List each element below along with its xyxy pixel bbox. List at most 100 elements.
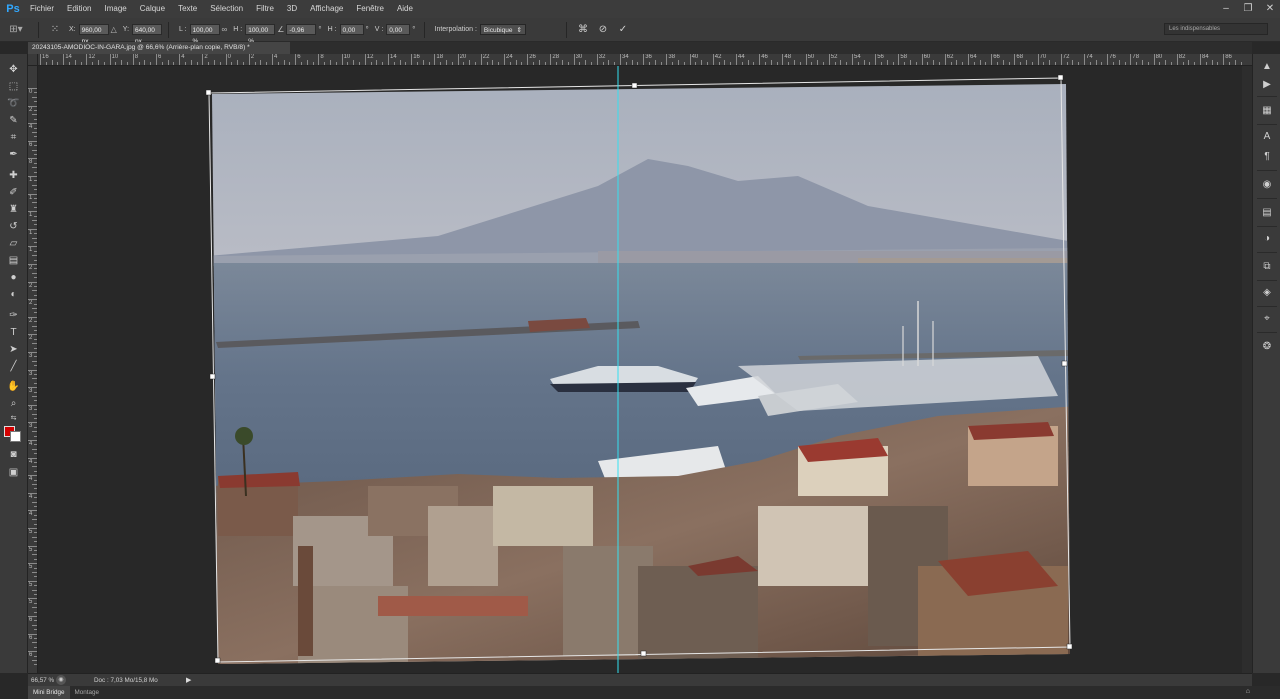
menu-fichier[interactable]: Fichier xyxy=(24,0,61,18)
ruler-v-minor-tick xyxy=(32,343,37,345)
ruler-h-minor-tick xyxy=(660,62,662,65)
restore-icon[interactable]: ❐ xyxy=(1242,3,1254,15)
status-menu-arrow-icon[interactable]: ▶ xyxy=(186,676,191,684)
tab-montage[interactable]: Montage xyxy=(70,686,105,699)
quick-mask-icon[interactable]: ◙ xyxy=(5,447,22,462)
link-icon[interactable]: ∞ xyxy=(222,25,228,34)
ruler-v-minor-tick xyxy=(34,171,37,173)
zoom-tool-icon[interactable]: ⌕ xyxy=(5,396,22,411)
panel-menu-icon[interactable]: ⌂ xyxy=(1246,688,1250,695)
type-tool-icon[interactable]: T xyxy=(5,325,22,340)
healing-brush-tool-icon[interactable]: ✚ xyxy=(5,168,22,183)
background-color-swatch[interactable] xyxy=(10,431,21,442)
menu-affichage[interactable]: Affichage xyxy=(304,0,350,18)
brush-presets-icon[interactable]: ◉ xyxy=(1259,178,1275,192)
ruler-h-tick xyxy=(318,54,320,65)
eyedropper-tool-icon[interactable]: ✒ xyxy=(5,147,22,162)
ruler-h-minor-tick xyxy=(567,62,569,65)
ruler-v-label: 5 xyxy=(29,546,33,553)
workspace-select[interactable]: Les indispensables xyxy=(1164,23,1268,35)
canvas-area[interactable] xyxy=(38,66,1252,673)
tab-mini-bridge[interactable]: Mini Bridge xyxy=(28,686,70,699)
menu-edition[interactable]: Edition xyxy=(61,0,98,18)
document-info-icon[interactable]: ◉ xyxy=(56,675,66,685)
screen-mode-icon[interactable]: ▣ xyxy=(5,465,22,480)
swatches-panel-icon[interactable]: ▤ xyxy=(1259,206,1275,220)
quick-selection-tool-icon[interactable]: ✎ xyxy=(5,113,22,128)
reference-point-icon[interactable]: ⁙ xyxy=(48,23,62,37)
menu-texte[interactable]: Texte xyxy=(172,0,204,18)
swap-colors-icon[interactable]: ⇆ xyxy=(5,411,22,426)
brush-tool-icon[interactable]: ✐ xyxy=(5,185,22,200)
options-bar: ⊞▾ ⁙ X: 960,00 px △ Y: 640,00 px L : 100… xyxy=(0,18,1280,45)
menu-calque[interactable]: Calque xyxy=(134,0,172,18)
panel-collapse-icon[interactable]: ▲ xyxy=(1259,60,1275,74)
gradient-tool-icon[interactable]: ▤ xyxy=(5,253,22,268)
channels-panel-icon[interactable]: ❂ xyxy=(1259,340,1275,354)
clone-stamp-tool-icon[interactable]: ♜ xyxy=(5,202,22,217)
warp-mode-icon[interactable]: ⌘ xyxy=(576,23,590,37)
history-brush-tool-icon[interactable]: ↺ xyxy=(5,219,22,234)
properties-panel-icon[interactable]: ⧉ xyxy=(1259,260,1275,274)
ruler-h-tick xyxy=(828,54,830,65)
divider xyxy=(1257,280,1277,281)
ruler-h-minor-tick xyxy=(950,62,952,65)
transform-tool-preset-icon[interactable]: ⊞▾ xyxy=(0,20,32,40)
ruler-v-minor-tick xyxy=(34,409,37,411)
lasso-tool-icon[interactable]: ➰ xyxy=(5,96,22,111)
x-position-field[interactable]: 960,00 px xyxy=(78,24,109,45)
close-icon[interactable]: ✕ xyxy=(1264,3,1276,15)
dodge-tool-icon[interactable]: ◐ xyxy=(5,287,22,302)
blur-tool-icon[interactable]: ● xyxy=(5,270,22,285)
menu-fenetre[interactable]: Fenêtre xyxy=(350,0,391,18)
delta-icon[interactable]: △ xyxy=(111,25,117,34)
hand-tool-icon[interactable]: ✋ xyxy=(5,379,22,394)
ruler-h-tick xyxy=(388,54,389,65)
marquee-tool-icon[interactable]: ⬚ xyxy=(5,79,22,94)
ruler-origin[interactable] xyxy=(28,54,38,66)
ruler-v-tick xyxy=(28,334,37,336)
move-tool-icon[interactable]: ✥ xyxy=(5,62,22,77)
ruler-h-minor-tick xyxy=(614,62,616,65)
crop-tool-icon[interactable]: ⌗ xyxy=(5,130,22,145)
width-scale-field[interactable]: 100,00 % xyxy=(189,24,220,45)
adjustments-panel-icon[interactable]: ◑ xyxy=(1259,232,1275,246)
ruler-h-minor-tick xyxy=(312,62,314,65)
line-tool-icon[interactable]: ╱ xyxy=(5,359,22,374)
ruler-h-tick xyxy=(805,54,807,65)
ruler-h-tick xyxy=(782,54,784,65)
h-skew-field[interactable]: 0,00 xyxy=(339,24,364,35)
rotation-angle-field[interactable]: -0,96 xyxy=(286,24,317,35)
document-image[interactable] xyxy=(38,66,1252,673)
cancel-transform-icon[interactable]: ⊘ xyxy=(596,23,610,37)
vertical-ruler[interactable]: 0 2 4 6 8 1 1 1 1 1 2 2 2 2 2 3 3 3 3 3 4 4 4 4 4 5 5 5 5 5 6 6 6 xyxy=(28,66,38,673)
ruler-v-minor-tick xyxy=(32,114,37,116)
layers-panel-icon[interactable]: ◈ xyxy=(1259,286,1275,300)
document-tab[interactable]: 20243105-AMODIOC-IN-GARA.jpg @ 66,6% (Ar… xyxy=(28,42,290,54)
v-skew-field[interactable]: 0,00 xyxy=(386,24,411,35)
menu-aide[interactable]: Aide xyxy=(391,0,420,18)
y-position-field[interactable]: 640,00 px xyxy=(132,24,163,45)
menu-selection[interactable]: Sélection xyxy=(204,0,250,18)
path-selection-tool-icon[interactable]: ➤ xyxy=(5,342,22,357)
character-panel-icon[interactable]: A xyxy=(1259,130,1275,144)
paragraph-panel-icon[interactable]: ¶ xyxy=(1259,150,1275,164)
minimize-icon[interactable]: ‒ xyxy=(1220,3,1232,15)
menu-3d[interactable]: 3D xyxy=(281,0,304,18)
eraser-tool-icon[interactable]: ▱ xyxy=(5,236,22,251)
horizontal-ruler[interactable]: 16 14 12 10 8 6 4 2 0 2 4 6 8 10 12 14 16 18 20 22 24 26 28 30 3… xyxy=(38,54,1252,66)
paths-panel-icon[interactable]: ⌖ xyxy=(1259,312,1275,326)
pen-tool-icon[interactable]: ✑ xyxy=(5,308,22,323)
toolbox: ✥ ⬚ ➰ ✎ ⌗ ✒ ✚ ✐ ♜ ↺ ▱ ▤ ● ◐ ✑ T ➤ ╱ ✋ ⌕ … xyxy=(0,54,28,673)
height-scale-field[interactable]: 100,00 % xyxy=(245,24,276,45)
play-actions-icon[interactable]: ▶ xyxy=(1259,78,1275,92)
zoom-level[interactable]: 66,57 % xyxy=(28,675,56,686)
commit-transform-icon[interactable]: ✓ xyxy=(616,23,630,37)
history-panel-icon[interactable]: ▦ xyxy=(1259,104,1275,118)
vertical-scrollbar[interactable] xyxy=(1242,66,1252,673)
ruler-h-label: 32 xyxy=(598,54,606,60)
menu-image[interactable]: Image xyxy=(98,0,133,18)
ruler-v-minor-tick xyxy=(32,413,37,415)
menu-filtre[interactable]: Filtre xyxy=(250,0,281,18)
interpolation-select[interactable]: Bicubique ⇕ xyxy=(479,24,526,35)
